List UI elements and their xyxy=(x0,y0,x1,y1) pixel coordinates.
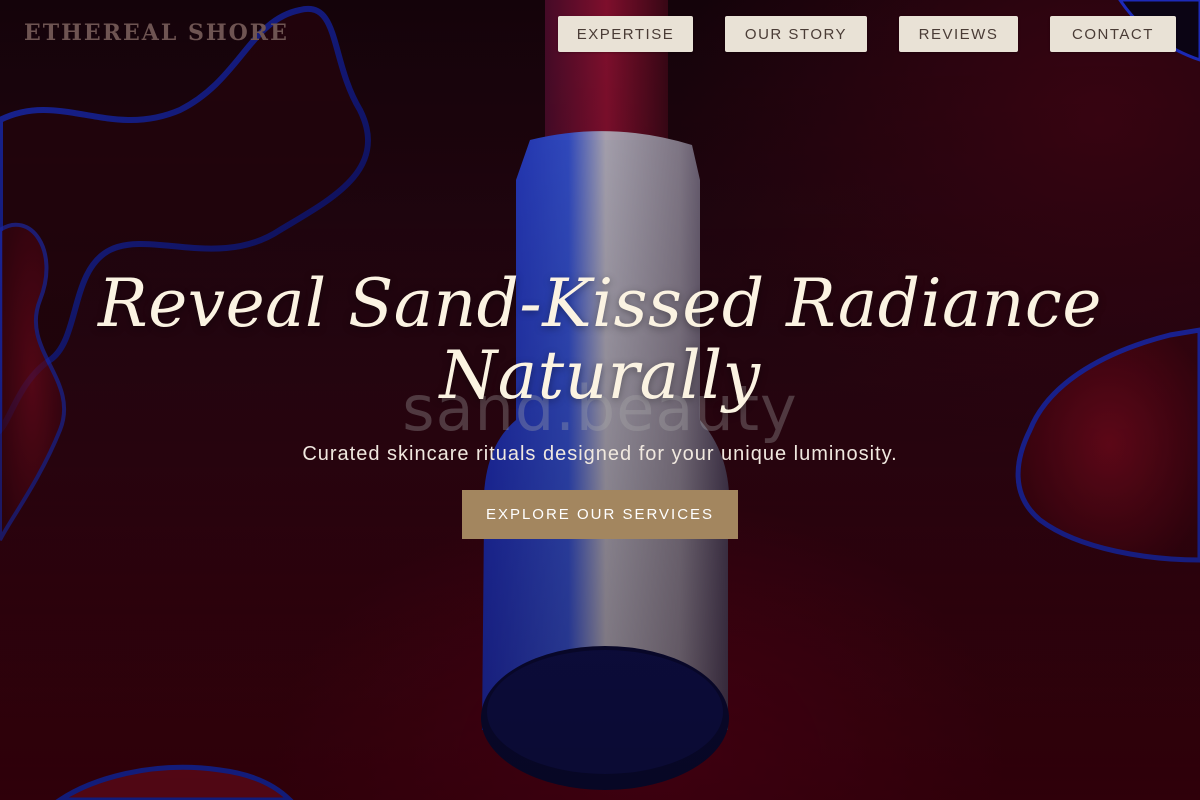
nav-contact-button[interactable]: CONTACT xyxy=(1050,16,1176,52)
hero-title-line-2: Naturally xyxy=(439,337,761,414)
brand-logo[interactable]: ETHEREAL SHORE xyxy=(24,20,289,46)
nav-expertise-button[interactable]: EXPERTISE xyxy=(558,16,693,52)
hero-title: Reveal Sand-Kissed Radiance Naturally xyxy=(0,268,1200,412)
nav-our-story-button[interactable]: OUR STORY xyxy=(725,16,867,52)
hero-subtitle: Curated skincare rituals designed for yo… xyxy=(302,443,898,465)
nav-reviews-button[interactable]: REVIEWS xyxy=(899,16,1018,52)
explore-services-button[interactable]: EXPLORE OUR SERVICES xyxy=(462,490,738,539)
hero-title-line-1: Reveal Sand-Kissed Radiance xyxy=(98,265,1102,342)
